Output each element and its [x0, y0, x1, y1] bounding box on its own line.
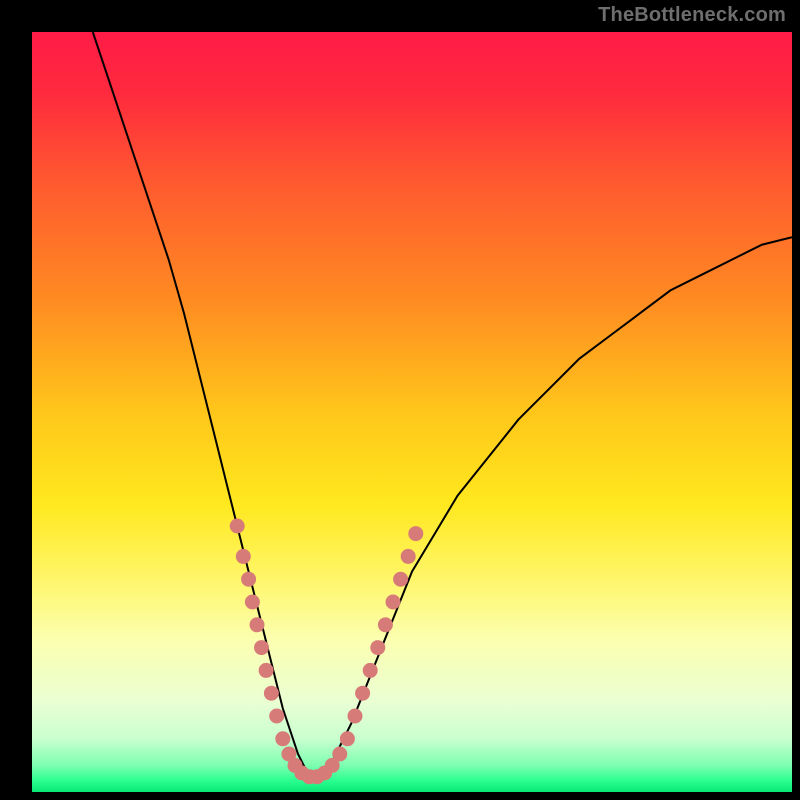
- curve-marker-dot: [333, 747, 347, 761]
- curve-marker-dot: [340, 732, 354, 746]
- plot-area: [32, 32, 792, 792]
- curve-marker-dot: [255, 641, 269, 655]
- curve-marker-dot: [270, 709, 284, 723]
- curve-marker-dot: [371, 641, 385, 655]
- curve-marker-dot: [348, 709, 362, 723]
- curve-marker-dot: [242, 572, 256, 586]
- curve-marker-dot: [250, 618, 264, 632]
- curve-marker-dot: [245, 595, 259, 609]
- curve-marker-dot: [356, 686, 370, 700]
- watermark-text: TheBottleneck.com: [598, 4, 786, 27]
- curve-marker-dot: [264, 686, 278, 700]
- bottleneck-chart: [32, 32, 792, 792]
- curve-marker-dot: [236, 549, 250, 563]
- curve-marker-dot: [394, 572, 408, 586]
- gradient-background: [32, 32, 792, 792]
- curve-marker-dot: [409, 527, 423, 541]
- curve-marker-dot: [401, 549, 415, 563]
- curve-marker-dot: [363, 663, 377, 677]
- curve-marker-dot: [386, 595, 400, 609]
- curve-marker-dot: [230, 519, 244, 533]
- outer-frame: TheBottleneck.com: [0, 0, 800, 800]
- curve-marker-dot: [378, 618, 392, 632]
- curve-marker-dot: [259, 663, 273, 677]
- curve-marker-dot: [276, 732, 290, 746]
